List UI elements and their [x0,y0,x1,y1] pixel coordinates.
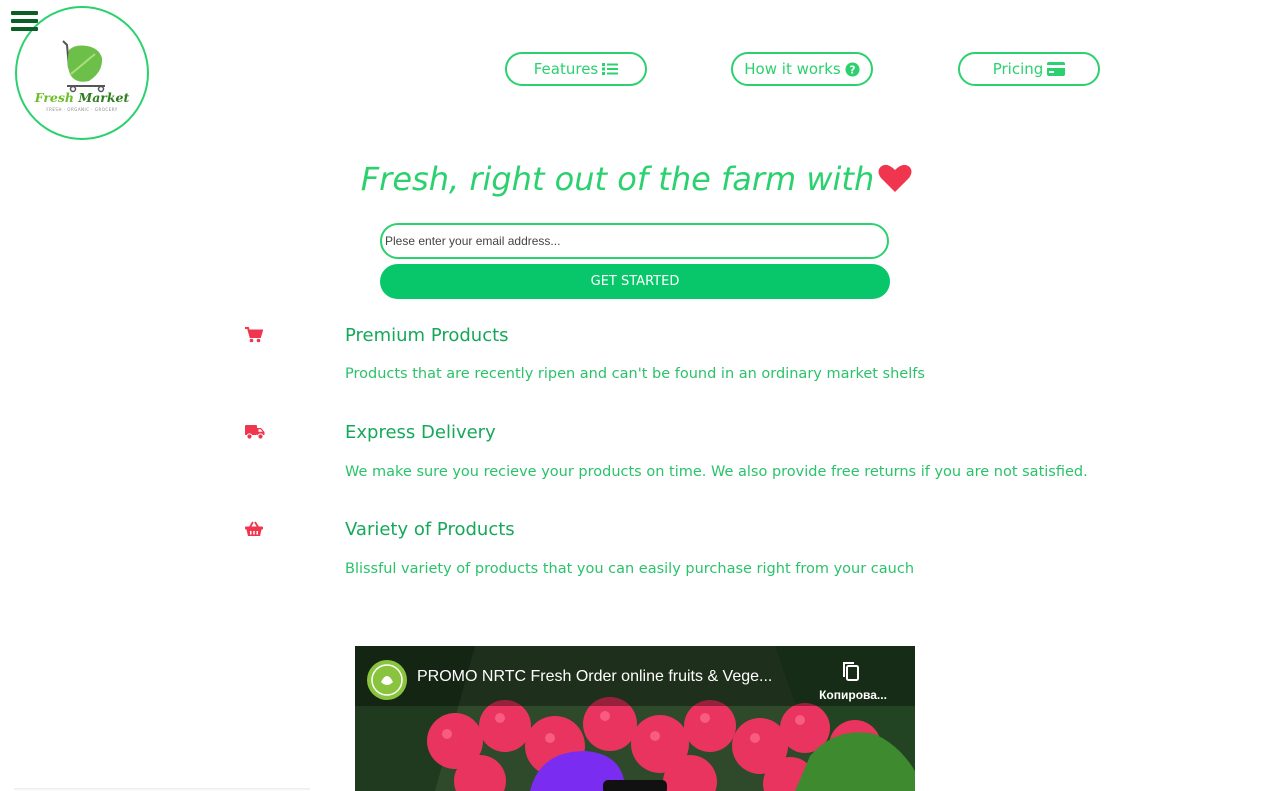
feature-description: We make sure you recieve your products o… [345,464,1088,480]
nav-pricing-button[interactable]: Pricing [958,52,1100,86]
svg-text:?: ? [849,64,855,76]
copy-link-button[interactable]: Копирова... [813,660,893,710]
logo-wordmark: Fresh Market [34,90,130,105]
copy-icon [843,662,859,681]
nav-pricing-label: Pricing [992,60,1044,78]
hamburger-menu-icon[interactable] [11,11,38,33]
nav-features-label: Features [533,60,599,78]
shopping-cart-icon [245,327,265,345]
hero-heading-text: Fresh, right out of the farm with [360,160,875,198]
hero-heading: Fresh, right out of the farm with [0,160,1273,198]
logo-tagline: FRESH · ORGANIC · GROCERY [46,107,118,112]
copy-link-label: Копирова... [819,688,887,702]
truck-icon [245,424,265,442]
credit-card-icon [1047,62,1066,76]
nav-features-button[interactable]: Features [505,52,647,86]
video-player[interactable]: PROMO NRTC Fresh Order online fruits & V… [355,646,915,791]
get-started-button[interactable]: GET STARTED [380,264,890,299]
video-title[interactable]: PROMO NRTC Fresh Order online fruits & V… [417,668,772,686]
feature-title: Variety of Products [345,519,515,540]
feature-description: Products that are recently ripen and can… [345,366,925,382]
channel-avatar[interactable] [367,660,407,700]
email-input[interactable] [380,223,889,259]
feature-title: Premium Products [345,325,509,346]
basket-icon [245,521,265,539]
nav-how-it-works-button[interactable]: How it works ? [731,52,873,86]
feature-description: Blissful variety of products that you ca… [345,561,915,577]
list-icon [602,62,619,76]
nav-how-it-works-label: How it works [744,60,841,78]
heart-icon [878,164,912,192]
feature-title: Express Delivery [345,422,496,443]
question-circle-icon: ? [845,61,860,77]
